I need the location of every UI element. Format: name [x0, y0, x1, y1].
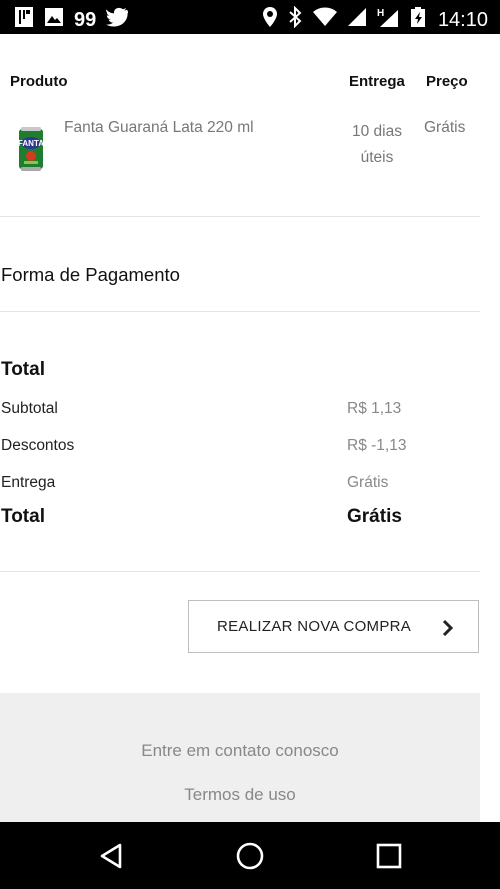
svg-text:H: H [377, 8, 384, 19]
image-icon [44, 7, 64, 32]
header-product: Produto [10, 73, 68, 90]
battery-charging-icon [409, 6, 427, 33]
chevron-right-icon [442, 619, 454, 637]
contact-link[interactable]: Entre em contato conosco [0, 741, 480, 761]
fanta-can-image: FANTA [18, 127, 44, 171]
discounts-value: R$ -1,13 [347, 437, 407, 454]
product-delivery: 10 dias úteis [342, 119, 412, 171]
header-price: Preço [426, 73, 468, 90]
status-bar: 99 H 14:10 [0, 0, 500, 34]
shipping-value: Grátis [347, 474, 389, 491]
recents-icon[interactable] [374, 841, 404, 871]
subtotal-value: R$ 1,13 [347, 400, 402, 417]
delivery-line-2: úteis [360, 149, 394, 166]
new-purchase-button[interactable]: REALIZAR NOVA COMPRA [188, 600, 479, 653]
home-icon[interactable] [235, 841, 265, 871]
summary-title: Total [1, 359, 45, 380]
location-icon [262, 6, 278, 33]
shipping-label: Entrega [1, 474, 56, 491]
signal-icon [347, 7, 367, 32]
navigation-bar [0, 822, 500, 889]
divider [0, 311, 480, 312]
wifi-icon [312, 7, 338, 32]
back-icon[interactable] [97, 841, 127, 871]
divider [0, 216, 480, 217]
terms-link[interactable]: Termos de uso [0, 785, 480, 805]
discounts-label: Descontos [1, 437, 75, 454]
status-bar-notifications: 99 [14, 6, 129, 33]
total-value: Grátis [347, 506, 402, 527]
bluetooth-icon [287, 5, 303, 33]
product-price: Grátis [424, 119, 466, 136]
sim-card-icon [14, 6, 34, 33]
total-label: Total [1, 506, 45, 527]
footer: Entre em contato conosco Termos de uso [0, 693, 480, 822]
svg-text:FANTA: FANTA [18, 139, 44, 148]
divider [0, 571, 480, 572]
product-name: Fanta Guaraná Lata 220 ml [64, 119, 254, 136]
status-bar-system: H 14:10 [262, 5, 488, 33]
payment-method-title: Forma de Pagamento [1, 264, 180, 285]
new-purchase-label: REALIZAR NOVA COMPRA [217, 618, 412, 635]
notification-count: 99 [74, 8, 97, 31]
twitter-icon [106, 7, 129, 32]
delivery-line-1: 10 dias [352, 123, 402, 140]
signal-h-icon: H [376, 6, 400, 33]
subtotal-label: Subtotal [1, 400, 58, 417]
status-time: 14:10 [437, 8, 488, 31]
header-delivery: Entrega [349, 73, 405, 90]
